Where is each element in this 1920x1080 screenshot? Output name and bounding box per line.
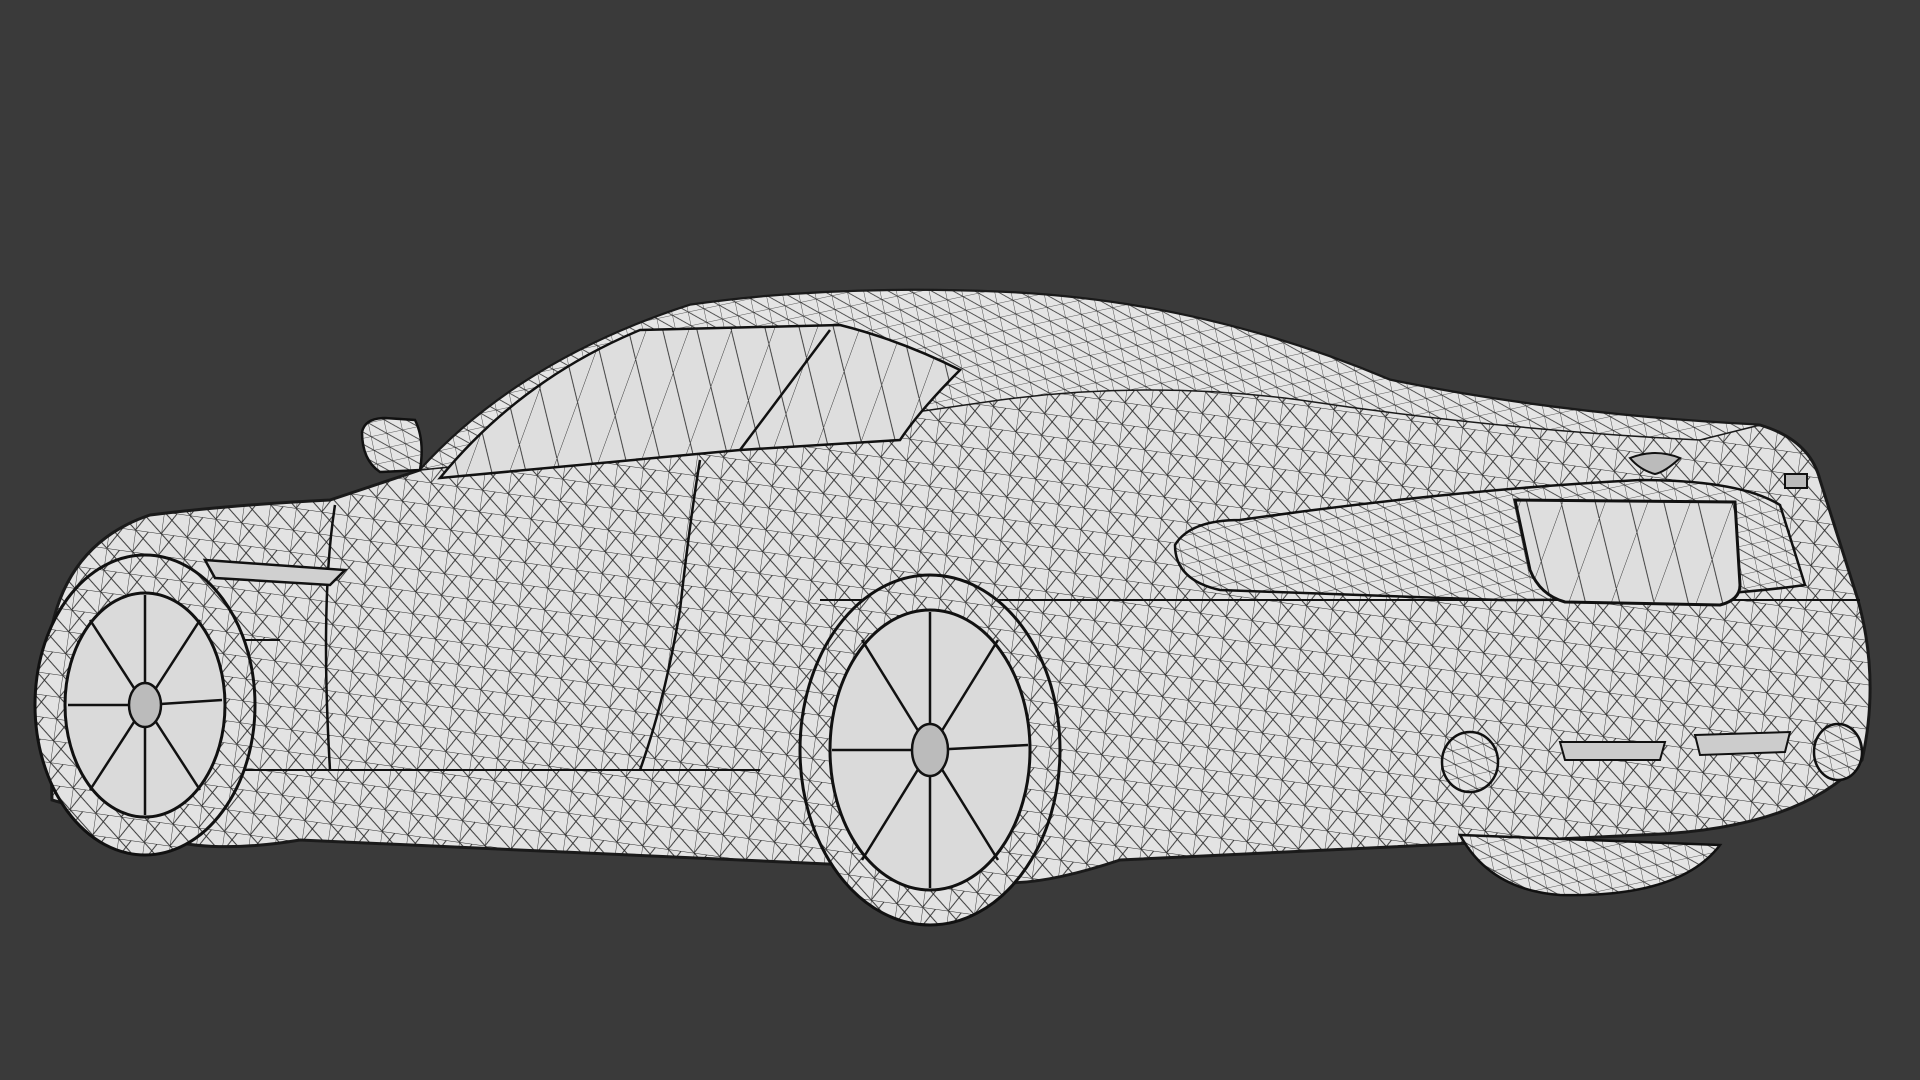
rear-wheel <box>798 573 1062 927</box>
front-wheel <box>33 553 257 857</box>
exhaust-left <box>1440 730 1500 794</box>
wireframe-render <box>33 288 1872 927</box>
license-plate-recess <box>1513 498 1742 607</box>
far-rear-wheel <box>1457 833 1723 897</box>
model-badge <box>1784 473 1808 489</box>
side-mirror <box>360 416 423 474</box>
3d-viewport[interactable] <box>0 0 1920 1080</box>
exhaust-right <box>1812 722 1864 782</box>
